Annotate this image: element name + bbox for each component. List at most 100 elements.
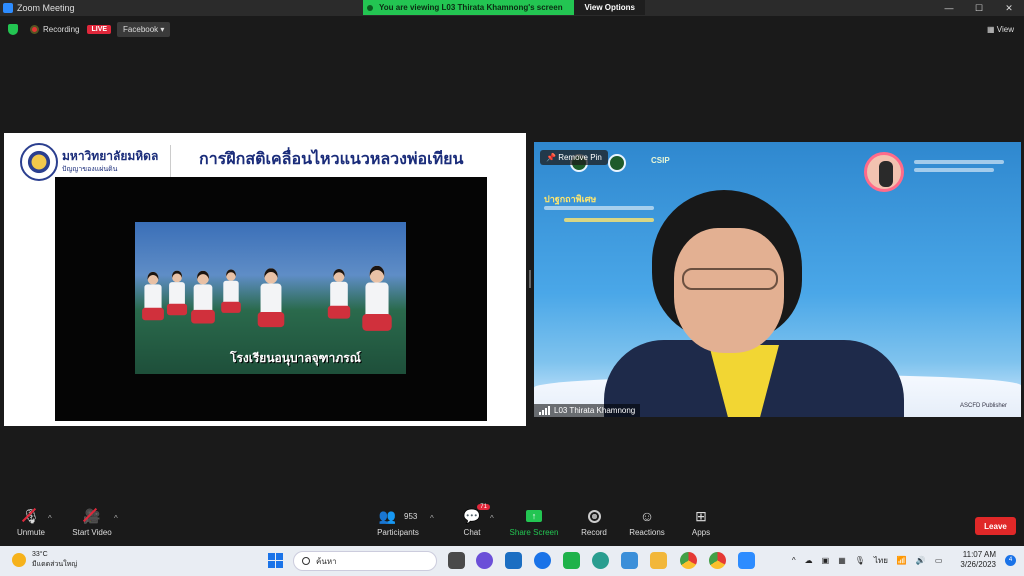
meeting-topbar: Recording LIVE Facebook ▾ ▦ View <box>0 18 1024 40</box>
student-figure <box>142 271 164 342</box>
zoom-app-icon <box>3 3 13 13</box>
background-heading: ปาฐกถาพิเศษ <box>544 194 597 204</box>
notification-badge[interactable]: 4 <box>1005 554 1016 566</box>
viewing-banner-message: You are viewing L03 Thirata Khamnong's s… <box>379 3 563 12</box>
tray-overflow-chevron-icon[interactable]: ^ <box>792 556 796 565</box>
line-app-icon[interactable] <box>563 552 580 569</box>
record-label: Record <box>581 528 607 537</box>
start-video-label: Start Video <box>72 528 112 537</box>
security-shield-icon[interactable] <box>8 23 18 35</box>
chrome-profile-icon[interactable] <box>709 552 726 569</box>
video-options-caret[interactable]: ^ <box>114 514 118 523</box>
search-placeholder: ค้นหา <box>316 556 337 566</box>
windows-taskbar: 33°C มีแดดส่วนใหญ่ ค้นหา ^ ☁ ▣ ▦ 🎙 ไทย 📶… <box>0 546 1024 576</box>
clock-time: 11:07 AM <box>962 550 996 559</box>
clock-date: 3/26/2023 <box>960 560 996 569</box>
live-badge[interactable]: LIVE <box>87 24 112 34</box>
wifi-icon[interactable]: 📶 <box>897 556 907 565</box>
presenter-avatar <box>864 152 904 192</box>
slide-title: การฝึกสติเคลื่อนไหวแนวหลวงพ่อเทียน <box>199 151 464 168</box>
search-icon <box>302 557 310 565</box>
apps-button[interactable]: ⊞ Apps <box>671 506 731 538</box>
leave-button[interactable]: Leave <box>975 517 1016 535</box>
maximize-button[interactable]: ☐ <box>964 0 994 16</box>
record-button[interactable]: Record <box>564 506 624 537</box>
view-menu-button[interactable]: ▦ View <box>987 25 1014 34</box>
close-button[interactable]: ✕ <box>994 0 1024 16</box>
participants-count: 953 <box>404 511 418 521</box>
share-status-icon <box>367 4 373 11</box>
grid-tray-icon[interactable]: ▦ <box>838 556 846 565</box>
microphone-tray-icon[interactable]: 🎙 <box>855 556 865 565</box>
chat-icon: 💬 <box>463 507 481 524</box>
video-frame: โรงเรียนอนุบาลจุฑาภรณ์ <box>55 177 487 421</box>
file-explorer-icon[interactable] <box>650 552 667 569</box>
unmute-label: Unmute <box>16 528 45 537</box>
student-figure <box>362 265 392 361</box>
speaker-name: L03 Thirata Khamnong <box>554 406 636 415</box>
weather-widget[interactable]: 33°C มีแดดส่วนใหญ่ <box>12 550 77 570</box>
shared-screen: มหาวิทยาลัยมหิดล ปัญญาของแผ่นดิน การฝึกส… <box>4 133 526 426</box>
chat-options-caret[interactable]: ^ <box>490 514 494 523</box>
teams-chat-icon[interactable] <box>476 552 493 569</box>
store-icon[interactable] <box>621 552 638 569</box>
recording-label: Recording <box>43 24 80 34</box>
apps-icon: ⊞ <box>695 507 707 524</box>
chat-unread-badge: 71 <box>477 504 490 510</box>
minimize-button[interactable]: — <box>934 0 964 16</box>
reactions-button[interactable]: ☺ Reactions <box>617 506 677 537</box>
weather-desc: มีแดดส่วนใหญ่ <box>32 561 78 568</box>
battery-icon[interactable]: ▭ <box>935 556 943 565</box>
edge-browser-icon[interactable] <box>592 552 609 569</box>
meeting-toolbar: 🎙 Unmute ^ 🎥 Start Video ^ 👥 953 Particip… <box>0 504 1024 546</box>
student-figure <box>221 269 241 333</box>
mahidol-seal-logo <box>20 143 58 181</box>
help-icon[interactable] <box>534 552 551 569</box>
background-text-line <box>914 168 994 172</box>
unmute-button[interactable]: 🎙 Unmute <box>1 506 61 538</box>
window-controls: — ☐ ✕ <box>934 0 1024 16</box>
reactions-label: Reactions <box>629 528 665 537</box>
student-figure <box>191 270 215 348</box>
apps-label: Apps <box>691 528 711 537</box>
system-tray: ^ ☁ ▣ ▦ 🎙 ไทย 📶 🔊 ▭ 11:07 AM 3/26/2023 4 <box>783 550 1016 570</box>
taskbar-search-input[interactable]: ค้นหา <box>293 551 437 571</box>
background-text-line <box>914 160 1004 164</box>
header-divider <box>170 145 171 179</box>
video-caption: โรงเรียนอนุบาลจุฑาภรณ์ <box>230 351 361 365</box>
chrome-icon[interactable] <box>680 552 697 569</box>
view-label: View <box>996 24 1014 34</box>
camera-off-icon: 🎥 <box>83 506 100 526</box>
start-video-button[interactable]: 🎥 Start Video <box>62 506 122 538</box>
view-options-button[interactable]: View Options <box>574 0 645 15</box>
remove-pin-button[interactable]: 📌 Remove Pin <box>540 150 608 165</box>
participants-button[interactable]: 👥 953 Participants <box>368 506 428 538</box>
task-view-icon[interactable] <box>448 552 465 569</box>
background-brand: CSIP <box>651 156 670 165</box>
speaker-name-tag: L03 Thirata Khamnong <box>534 404 641 417</box>
volume-icon[interactable]: 🔊 <box>916 556 926 565</box>
zoom-taskbar-icon[interactable] <box>738 552 755 569</box>
language-indicator[interactable]: ไทย <box>874 554 888 567</box>
student-figure <box>327 269 351 341</box>
windows-start-icon[interactable] <box>268 553 283 568</box>
speaker-video-tile[interactable]: CSIP ปาฐกถาพิเศษ ASCFD Publisher 📌 Remov… <box>534 142 1021 417</box>
share-screen-icon: ↑ <box>526 510 542 522</box>
remove-pin-label: Remove Pin <box>558 153 602 162</box>
student-figure <box>166 270 188 336</box>
app-tray-icon[interactable]: ▣ <box>822 556 830 565</box>
share-screen-button[interactable]: ↑ Share Screen <box>504 506 564 537</box>
chat-label: Chat <box>463 528 481 537</box>
audio-options-caret[interactable]: ^ <box>48 514 52 523</box>
participants-options-caret[interactable]: ^ <box>430 514 434 523</box>
panel-resize-handle[interactable] <box>529 270 531 288</box>
speaker-person <box>604 190 904 417</box>
viewing-banner: You are viewing L03 Thirata Khamnong's s… <box>363 0 645 15</box>
microphone-muted-icon: 🎙 <box>22 506 40 526</box>
mail-icon[interactable] <box>505 552 522 569</box>
system-clock[interactable]: 11:07 AM 3/26/2023 <box>951 550 996 570</box>
background-footer-logo: ASCFD Publisher <box>959 403 1007 409</box>
video-player[interactable]: โรงเรียนอนุบาลจุฑาภรณ์ <box>135 222 406 374</box>
cloud-icon[interactable]: ☁ <box>805 556 813 565</box>
facebook-stream-dropdown[interactable]: Facebook ▾ <box>117 21 171 37</box>
